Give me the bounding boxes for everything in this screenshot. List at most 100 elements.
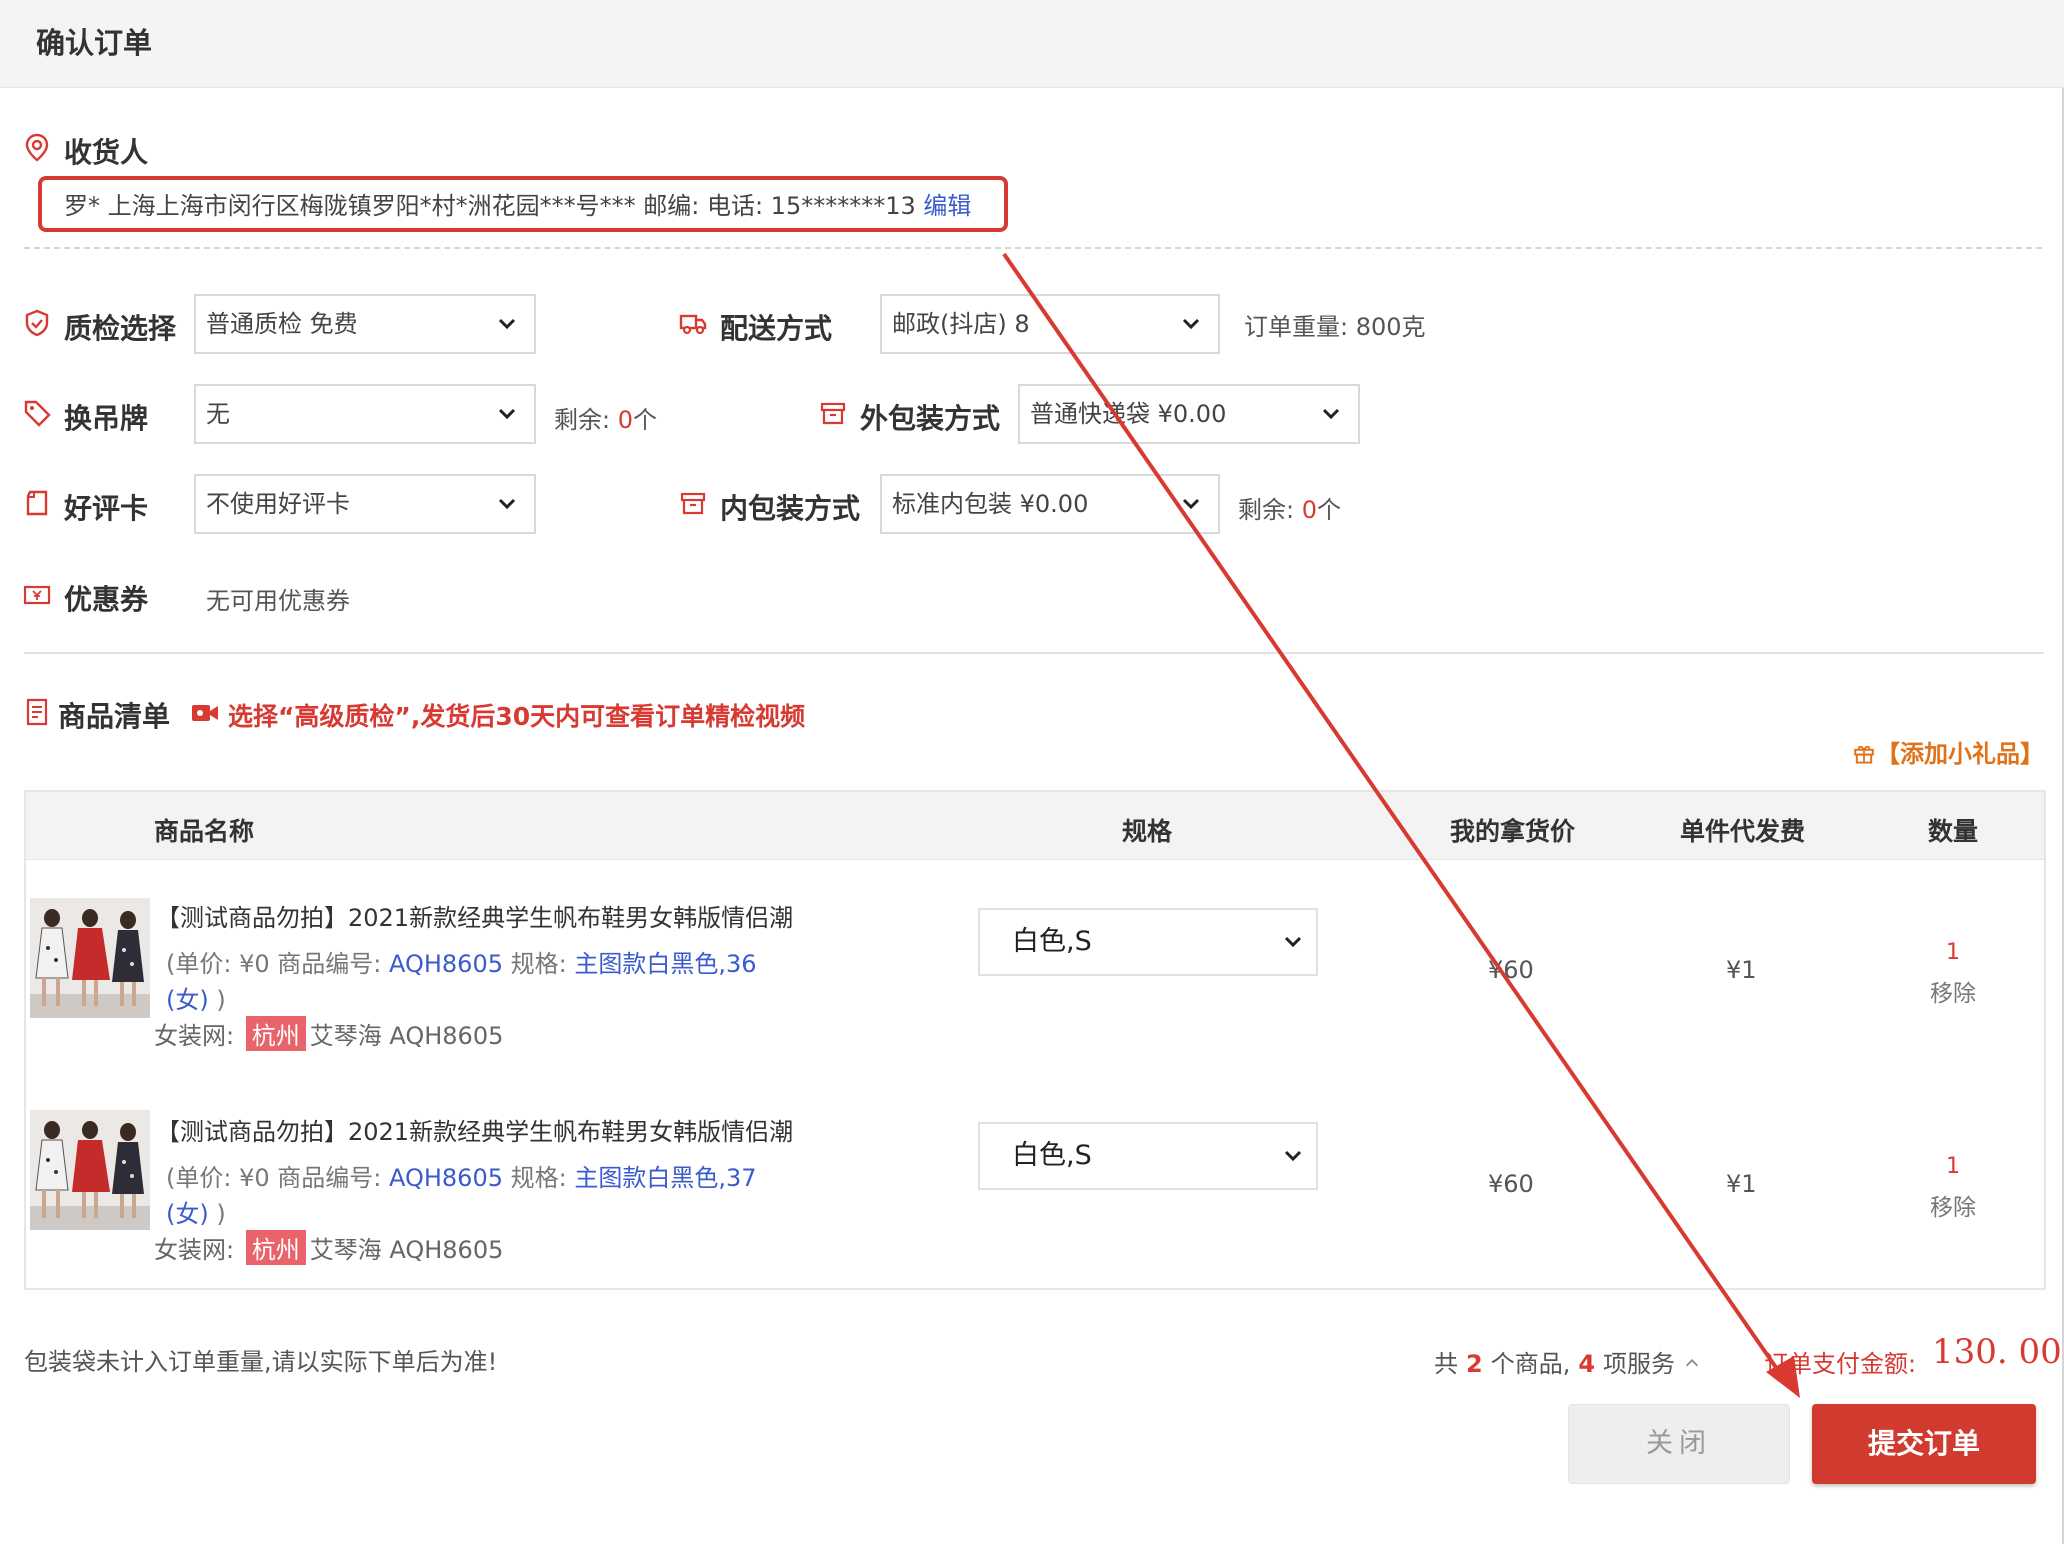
gift-icon (1852, 741, 1876, 765)
spec-select[interactable]: 白色,S (978, 908, 1318, 976)
chevron-down-icon (1282, 910, 1306, 974)
submit-order-button[interactable]: 提交订单 (1812, 1404, 2036, 1484)
box-icon (678, 488, 708, 518)
product-code: AQH8605 (388, 950, 503, 978)
spec-select-value: 白色,S (1012, 926, 1092, 957)
close-button[interactable]: 关闭 (1568, 1404, 1790, 1484)
column-header-fee: 单件代发费 (1680, 817, 1806, 846)
delivery-select-value: 邮政(抖店) 8 (892, 310, 1030, 338)
column-header-qty: 数量 (1928, 817, 1979, 846)
goods-list-title: 商品清单 (58, 700, 171, 733)
tag-label: 换吊牌 (64, 402, 149, 435)
inner-pack-label: 内包装方式 (720, 492, 861, 525)
dialog-titlebar: 确认订单 (0, 0, 2064, 88)
chevron-down-icon (1282, 1124, 1306, 1188)
receiver-address: 罗* 上海上海市闵行区梅陇镇罗阳*村*洲花园***号*** 邮编: 电话: 15… (64, 186, 971, 221)
coupon-icon (22, 580, 52, 610)
receiver-label: 收货人 (64, 136, 149, 169)
location-pin-icon (22, 132, 52, 162)
order-weight: 订单重量: 800克 (1244, 313, 1426, 341)
add-gift-link[interactable]: 【添加小礼品】 (1852, 734, 2044, 769)
table-header: 商品名称 规格 我的拿货价 单件代发费 数量 (26, 792, 2044, 860)
product-meta: (单价: ¥0 商品编号: AQH8605 规格: 主图款白黑色,37 (166, 1164, 757, 1192)
chevron-down-icon (1320, 386, 1344, 442)
coupon-value: 无可用优惠券 (206, 587, 350, 615)
inner-pack-select[interactable]: 标准内包装 ¥0.00 (880, 474, 1220, 534)
product-spec-suffix: (女) ) (166, 1200, 226, 1228)
chevron-down-icon (496, 386, 520, 442)
spec-select-value: 白色,S (1012, 1140, 1092, 1171)
product-spec-suffix: (女) ) (166, 986, 226, 1014)
column-header-name: 商品名称 (154, 817, 255, 846)
inspection-notice: 选择“高级质检”,发货后30天内可查看订单精检视频 (228, 702, 806, 731)
table-row: 【测试商品勿拍】2021新款经典学生帆布鞋男女韩版情侣潮 (单价: ¥0 商品编… (26, 860, 2044, 1074)
remove-link[interactable]: 移除 (1930, 974, 1976, 1008)
dialog-title: 确认订单 (36, 26, 153, 60)
outer-pack-label: 外包装方式 (860, 402, 1001, 435)
order-summary[interactable]: 共 2 个商品, 4 项服务 (1434, 1344, 1701, 1379)
delivery-label: 配送方式 (720, 312, 833, 345)
inspection-label: 质检选择 (64, 312, 177, 345)
price-cell: ¥60 (1488, 1170, 1534, 1198)
video-camera-icon (190, 698, 220, 728)
delivery-truck-icon (678, 308, 708, 338)
outer-pack-select-value: 普通快递袋 ¥0.00 (1030, 400, 1227, 428)
product-source: 女装网: 杭州 艾琴海 AQH8605 (154, 1016, 503, 1051)
tag-remaining: 剩余: 0个 (554, 406, 657, 434)
qty-cell: 1 (1946, 1154, 1960, 1179)
receiver-address-text: 罗* 上海上海市闵行区梅陇镇罗阳*村*洲花园***号*** 邮编: 电话: 15… (64, 192, 916, 220)
divider-solid (24, 652, 2044, 654)
fee-cell: ¥1 (1726, 956, 1757, 984)
shop-name[interactable]: 艾琴海 AQH8605 (310, 1236, 504, 1264)
inspection-select[interactable]: 普通质检 免费 (194, 294, 536, 354)
confirm-order-dialog: 确认订单 收货人 罗* 上海上海市闵行区梅陇镇罗阳*村*洲花园***号*** 邮… (0, 0, 2064, 1544)
chevron-up-icon (1683, 1350, 1701, 1378)
product-code: AQH8605 (388, 1164, 503, 1192)
inspection-select-value: 普通质检 免费 (206, 310, 358, 338)
product-meta: (单价: ¥0 商品编号: AQH8605 规格: 主图款白黑色,36 (166, 950, 757, 978)
card-icon (22, 488, 52, 518)
edit-address-link[interactable]: 编辑 (923, 192, 971, 220)
city-badge: 杭州 (245, 1016, 306, 1051)
product-spec: 主图款白黑色,36 (574, 950, 757, 978)
product-title[interactable]: 【测试商品勿拍】2021新款经典学生帆布鞋男女韩版情侣潮 (156, 898, 793, 933)
inner-pack-select-value: 标准内包装 ¥0.00 (892, 490, 1089, 518)
delivery-select[interactable]: 邮政(抖店) 8 (880, 294, 1220, 354)
goods-table: 商品名称 规格 我的拿货价 单件代发费 数量 【测试商品勿拍】2021新款经典学… (24, 790, 2046, 1290)
price-cell: ¥60 (1488, 956, 1534, 984)
product-spec: 主图款白黑色,37 (574, 1164, 757, 1192)
coupon-label: 优惠券 (64, 583, 149, 616)
tag-select-value: 无 (206, 400, 230, 428)
product-thumbnail (30, 898, 150, 1018)
tag-select[interactable]: 无 (194, 384, 536, 444)
divider-dashed (24, 247, 2042, 249)
list-icon (22, 697, 52, 727)
packaging-footnote: 包装袋未计入订单重量,请以实际下单后为准! (24, 1348, 498, 1376)
pay-amount-label: 订单支付金额: (1764, 1350, 1917, 1378)
product-source: 女装网: 杭州 艾琴海 AQH8605 (154, 1230, 503, 1265)
column-header-price: 我的拿货价 (1450, 817, 1576, 846)
fee-cell: ¥1 (1726, 1170, 1757, 1198)
chevron-down-icon (496, 476, 520, 532)
chevron-down-icon (1180, 296, 1204, 352)
chevron-down-icon (496, 296, 520, 352)
goods-count: 2 (1466, 1350, 1483, 1378)
city-badge: 杭州 (245, 1230, 306, 1265)
inner-remaining: 剩余: 0个 (1238, 496, 1341, 524)
column-header-spec: 规格 (1122, 817, 1173, 846)
review-card-select[interactable]: 不使用好评卡 (194, 474, 536, 534)
spec-select[interactable]: 白色,S (978, 1122, 1318, 1190)
outer-pack-select[interactable]: 普通快递袋 ¥0.00 (1018, 384, 1360, 444)
table-row: 【测试商品勿拍】2021新款经典学生帆布鞋男女韩版情侣潮 (单价: ¥0 商品编… (26, 1074, 2044, 1288)
product-title[interactable]: 【测试商品勿拍】2021新款经典学生帆布鞋男女韩版情侣潮 (156, 1112, 793, 1147)
remove-link[interactable]: 移除 (1930, 1188, 1976, 1222)
chevron-down-icon (1180, 476, 1204, 532)
product-thumbnail (30, 1110, 150, 1230)
pay-amount: 130. 00 (1932, 1332, 2062, 1372)
review-card-select-value: 不使用好评卡 (206, 490, 350, 518)
review-card-label: 好评卡 (64, 492, 149, 525)
shop-name[interactable]: 艾琴海 AQH8605 (310, 1022, 504, 1050)
price-tag-icon (22, 398, 52, 428)
service-count: 4 (1578, 1350, 1596, 1378)
qty-cell: 1 (1946, 940, 1960, 965)
